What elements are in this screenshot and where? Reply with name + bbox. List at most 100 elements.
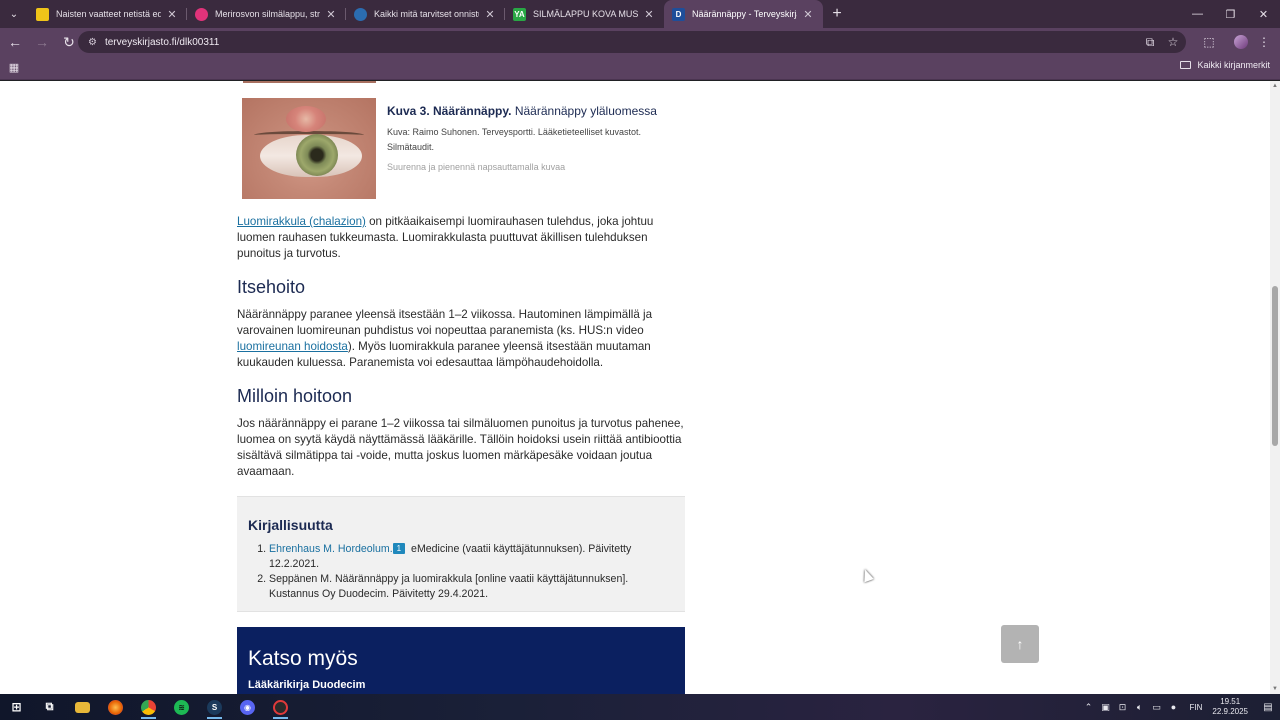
window-controls: — ❐ ✕ bbox=[1181, 0, 1280, 28]
microphone-icon[interactable]: ● bbox=[1166, 702, 1182, 712]
volume-icon[interactable]: 🔈︎ bbox=[1132, 702, 1148, 713]
all-bookmarks-label: Kaikki kirjanmerkit bbox=[1197, 60, 1270, 70]
tab-2[interactable]: Kaikki mitä tarvitset onnistunee ✕ bbox=[346, 0, 505, 28]
scroll-to-top-button[interactable]: ↑ bbox=[1001, 625, 1039, 663]
milloin-paragraph: Jos näärännäppy ei parane 1–2 viikossa t… bbox=[237, 417, 684, 478]
favicon-1 bbox=[195, 7, 208, 21]
heading-itsehoito: Itsehoito bbox=[237, 277, 306, 297]
discord-button[interactable]: ◉ bbox=[231, 694, 264, 720]
task-view-icon: ⧉ bbox=[45, 700, 54, 713]
start-button[interactable]: ⊞ bbox=[0, 694, 33, 720]
reference-badge[interactable]: 1 bbox=[392, 543, 406, 554]
heading-milloin-hoitoon: Milloin hoitoon bbox=[237, 386, 353, 406]
extensions-icon[interactable]: ⬚ bbox=[1198, 31, 1220, 53]
tab-title: Näärännäppy - Terveyskirjasto bbox=[692, 9, 797, 19]
windows-taskbar: ⊞ ⧉ ≋ S ◉ ⌃ ▣ ⊡ 🔈︎ ▭ ● FIN 19.51 22.9.20… bbox=[0, 694, 1280, 720]
mouse-cursor-icon bbox=[860, 567, 874, 583]
bookmark-star-icon[interactable]: ☆ bbox=[1162, 31, 1184, 53]
favicon-4: D bbox=[672, 7, 685, 21]
scroll-up-arrow-icon[interactable]: ▲ bbox=[1270, 83, 1280, 89]
page-scrollbar[interactable]: ▲ ▼ bbox=[1270, 81, 1280, 694]
scroll-down-arrow-icon[interactable]: ▼ bbox=[1270, 686, 1280, 692]
new-tab-plus-icon[interactable]: + bbox=[823, 5, 851, 23]
clock-date: 22.9.2025 bbox=[1212, 707, 1248, 716]
notification-icon[interactable]: ▤ bbox=[1256, 694, 1280, 720]
menu-kebab-icon[interactable]: ⋮ bbox=[1253, 31, 1275, 53]
tab-0[interactable]: Naisten vaatteet netistä edullise ✕ bbox=[28, 0, 187, 28]
tab-close-icon[interactable]: ✕ bbox=[483, 8, 497, 21]
spotify-icon: ≋ bbox=[174, 699, 189, 715]
chrome-button[interactable] bbox=[132, 694, 165, 720]
browser-toolbar: ← → ↻ ⚙ terveyskirjasto.fi/dlk00311 ⧉ ☆ … bbox=[0, 28, 1280, 56]
tab-close-icon[interactable]: ✕ bbox=[324, 8, 338, 21]
close-window-icon[interactable]: ✕ bbox=[1247, 0, 1280, 28]
install-app-icon[interactable]: ⧉ bbox=[1139, 31, 1161, 53]
favicon-2 bbox=[354, 7, 367, 21]
reference-item: Seppänen M. Näärännäppy ja luomirakkula … bbox=[269, 572, 675, 601]
toolbar-actions: ⧉ ☆ ⬚ ⋮ bbox=[1138, 28, 1280, 56]
windows-logo-icon: ⊞ bbox=[11, 700, 22, 714]
tab-3[interactable]: YA SILMÄLAPPU KOVA MUSTA KU ✕ bbox=[505, 0, 664, 28]
site-info-icon[interactable]: ⚙ bbox=[88, 37, 97, 48]
chalazion-link[interactable]: Luomirakkula (chalazion) bbox=[237, 215, 366, 228]
eyelid-care-video-link[interactable]: luomireunan hoidosta bbox=[237, 340, 348, 353]
previous-image-edge bbox=[243, 81, 376, 83]
favicon-0 bbox=[36, 7, 49, 21]
all-bookmarks-button[interactable]: Kaikki kirjanmerkit bbox=[1180, 60, 1270, 70]
folder-icon bbox=[75, 701, 90, 713]
tab-close-icon[interactable]: ✕ bbox=[165, 8, 179, 21]
clock[interactable]: 19.51 22.9.2025 bbox=[1212, 697, 1248, 717]
section-milloin-hoitoon: Milloin hoitoon bbox=[237, 386, 687, 407]
recording-app-button[interactable] bbox=[264, 694, 297, 720]
figure-caption: Kuva 3. Näärännäppy. Näärännäppy yläluom… bbox=[387, 104, 687, 172]
see-also-subheading: Lääkärikirja Duodecim bbox=[248, 679, 366, 691]
see-also-heading: Katso myös bbox=[248, 647, 358, 670]
firefox-button[interactable] bbox=[99, 694, 132, 720]
language-indicator[interactable]: FIN bbox=[1190, 703, 1203, 712]
url-text: terveyskirjasto.fi/dlk00311 bbox=[104, 36, 220, 48]
tab-close-icon[interactable]: ✕ bbox=[801, 8, 815, 21]
clock-time: 19.51 bbox=[1220, 697, 1241, 706]
tab-search-chevron-icon[interactable]: ⌄ bbox=[0, 0, 28, 28]
itsehoito-paragraph: Näärännäppy paranee yleensä itsestään 1–… bbox=[237, 308, 653, 369]
chrome-icon bbox=[141, 699, 156, 715]
references-list: Ehrenhaus M. Hordeolum.1 eMedicine (vaat… bbox=[248, 542, 675, 601]
tab-4-active[interactable]: D Näärännäppy - Terveyskirjasto ✕ bbox=[664, 0, 823, 28]
profile-avatar[interactable] bbox=[1230, 31, 1252, 53]
section-itsehoito: Itsehoito bbox=[237, 277, 687, 298]
tab-title: SILMÄLAPPU KOVA MUSTA KU bbox=[533, 9, 638, 19]
bookmarks-bar: ▦ Kaikki kirjanmerkit bbox=[0, 56, 1280, 80]
system-tray: ⌃ ▣ ⊡ 🔈︎ ▭ ● FIN 19.51 22.9.2025 ▤ bbox=[1080, 694, 1280, 720]
minimize-icon[interactable]: — bbox=[1181, 0, 1214, 28]
restore-icon[interactable]: ❐ bbox=[1214, 0, 1247, 28]
forward-arrow-icon[interactable]: → bbox=[30, 30, 54, 54]
tab-strip: ⌄ Naisten vaatteet netistä edullise ✕ Me… bbox=[0, 0, 1280, 28]
tab-title: Kaikki mitä tarvitset onnistunee bbox=[374, 9, 479, 19]
stye-eye-photo[interactable] bbox=[242, 98, 376, 199]
task-view-button[interactable]: ⧉ bbox=[33, 694, 66, 720]
reference-link[interactable]: Ehrenhaus M. Hordeolum. bbox=[269, 543, 393, 555]
file-explorer-button[interactable] bbox=[66, 694, 99, 720]
tab-close-icon[interactable]: ✕ bbox=[642, 8, 656, 21]
network-icon[interactable]: ▭ bbox=[1149, 702, 1165, 713]
tab-1[interactable]: Merirosvon silmälappu, strassi j ✕ bbox=[187, 0, 346, 28]
references-box: Kirjallisuutta Ehrenhaus M. Hordeolum.1 … bbox=[237, 496, 685, 612]
spotify-button[interactable]: ≋ bbox=[165, 694, 198, 720]
apps-grid-icon[interactable]: ▦ bbox=[6, 60, 22, 76]
tab-title: Merirosvon silmälappu, strassi j bbox=[215, 9, 320, 19]
figure-title: Kuva 3. Näärännäppy. Näärännäppy yläluom… bbox=[387, 104, 657, 118]
back-arrow-icon[interactable]: ← bbox=[3, 30, 27, 54]
references-heading: Kirjallisuutta bbox=[248, 517, 333, 533]
figure-zoom-hint: Suurenna ja pienennä napsauttamalla kuva… bbox=[387, 162, 566, 172]
address-bar[interactable]: ⚙ terveyskirjasto.fi/dlk00311 bbox=[78, 31, 1186, 53]
tray-expand-chevron-icon[interactable]: ⌃ bbox=[1081, 702, 1097, 713]
see-also-box: Katso myös Lääkärikirja Duodecim bbox=[237, 627, 685, 694]
figure-3: Kuva 3. Näärännäppy. Näärännäppy yläluom… bbox=[242, 98, 692, 200]
scrollbar-thumb[interactable] bbox=[1272, 286, 1278, 446]
tab-title: Naisten vaatteet netistä edullise bbox=[56, 9, 161, 19]
tray-app-icon[interactable]: ▣ bbox=[1098, 702, 1114, 713]
steam-button[interactable]: S bbox=[198, 694, 231, 720]
tray-app-icon[interactable]: ⊡ bbox=[1115, 702, 1131, 713]
